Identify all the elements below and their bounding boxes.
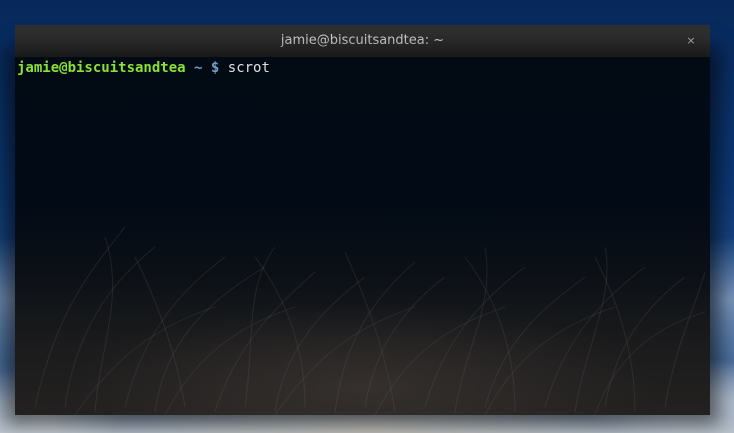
desktop-wallpaper: jamie@biscuitsandtea: ~ × jamie@biscuits… — [0, 0, 734, 433]
title-bar[interactable]: jamie@biscuitsandtea: ~ × — [15, 25, 710, 57]
prompt-directory: ~ — [194, 60, 203, 76]
terminal-area[interactable]: jamie@biscuitsandtea ~ $ scrot — [15, 57, 710, 415]
prompt-user-host: jamie@biscuitsandtea — [17, 60, 186, 76]
terminal-window[interactable]: jamie@biscuitsandtea: ~ × jamie@biscuits… — [15, 25, 710, 415]
prompt-symbol: $ — [210, 60, 220, 76]
command-text: scrot — [227, 60, 270, 76]
window-title: jamie@biscuitsandtea: ~ — [280, 33, 445, 48]
prompt-line[interactable]: jamie@biscuitsandtea ~ $ scrot — [17, 59, 270, 77]
close-icon[interactable]: × — [682, 32, 700, 50]
background-fibers — [34, 226, 706, 415]
